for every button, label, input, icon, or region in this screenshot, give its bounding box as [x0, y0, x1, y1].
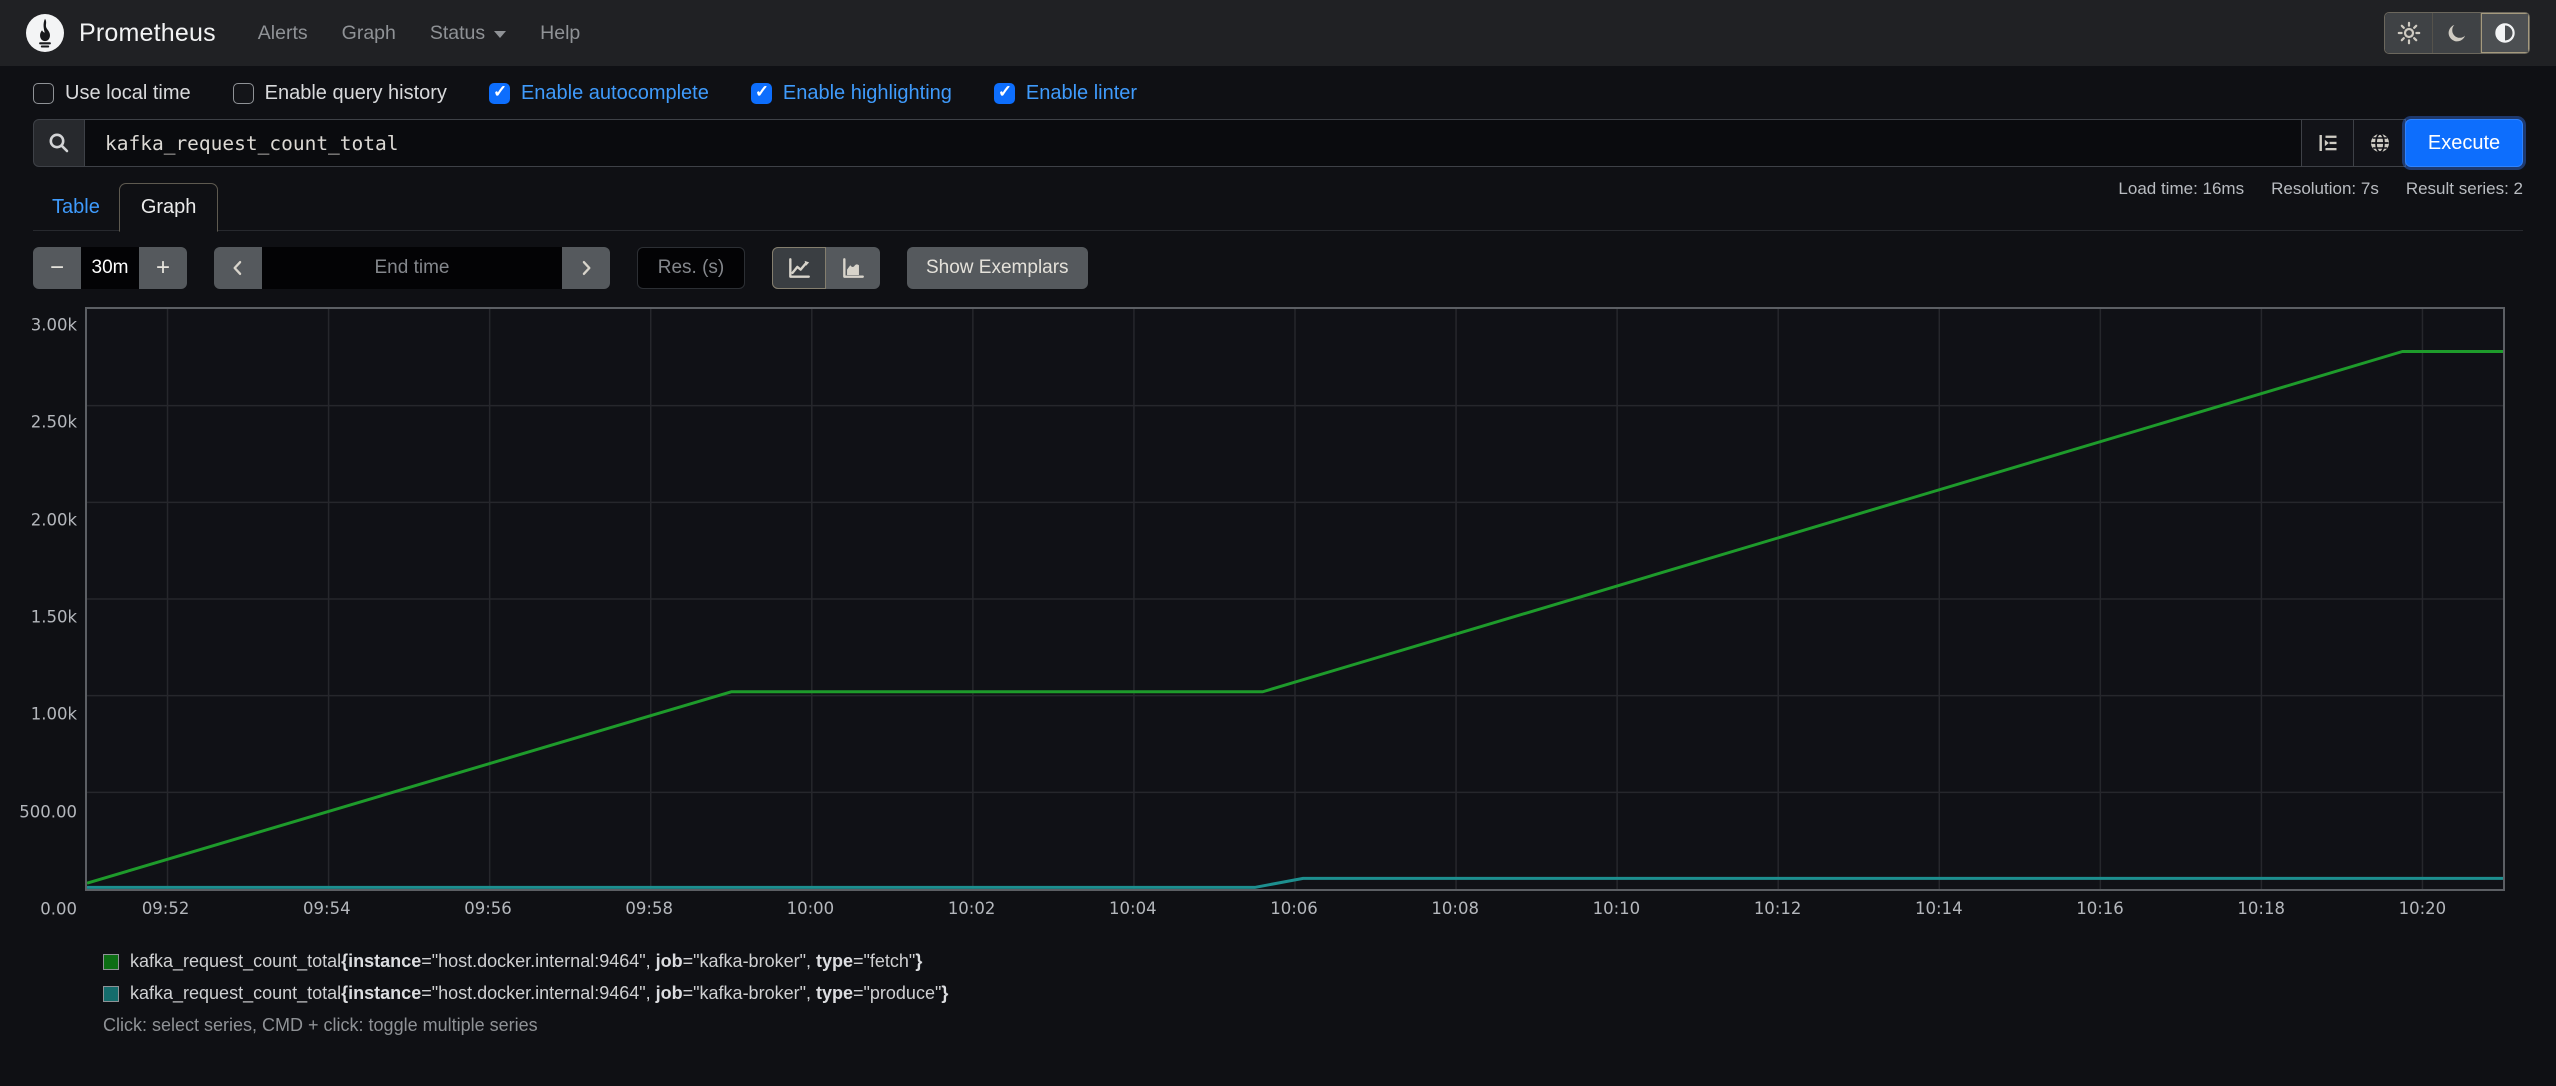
x-tick-label: 10:16 [2076, 899, 2124, 918]
x-tick-label: 09:58 [625, 899, 673, 918]
x-tick-label: 10:10 [1592, 899, 1641, 918]
area-chart-icon [840, 255, 866, 281]
end-time-input[interactable] [262, 247, 562, 289]
x-tick-label: 10:00 [786, 899, 835, 918]
graph-type-toggle [772, 247, 880, 289]
time-back-button[interactable] [214, 247, 262, 289]
checkbox-use-local-time[interactable]: Use local time [33, 82, 191, 105]
chart-area: 0.00 500.00 1.00k 1.50k 2.00k 2.50k 3.00k [19, 307, 2523, 919]
x-tick-label: 10:06 [1270, 899, 1318, 918]
tabs-divider [33, 230, 2523, 231]
checkbox-autocomplete[interactable]: Enable autocomplete [488, 82, 709, 105]
x-tick-label: 10:12 [1753, 899, 1802, 918]
graph-canvas[interactable] [87, 309, 2503, 889]
query-input[interactable] [85, 119, 2302, 167]
checkbox-icon [993, 82, 1015, 104]
query-bar: Execute [33, 119, 2523, 167]
series-swatch-icon [103, 985, 119, 1002]
resolution-input[interactable] [637, 247, 745, 289]
nav-item-help[interactable]: Help [540, 22, 580, 45]
y-tick-label: 1.50k [30, 607, 77, 627]
nav-item-graph[interactable]: Graph [342, 22, 396, 45]
checkbox-icon [750, 82, 772, 104]
series-label: kafka_request_count_total{instance="host… [130, 951, 923, 971]
checkbox-highlighting[interactable]: Enable highlighting [750, 82, 952, 105]
theme-auto-button[interactable] [2481, 13, 2529, 53]
prometheus-logo-icon[interactable] [26, 14, 64, 52]
checkbox-icon [232, 83, 254, 104]
y-tick-label: 0.00 [40, 899, 77, 919]
y-tick-label: 1.00k [30, 704, 77, 724]
query-tree-button[interactable] [2302, 119, 2354, 167]
x-tick-label: 09:54 [303, 899, 351, 918]
chevron-right-icon [576, 258, 596, 278]
x-tick-label: 09:52 [141, 899, 190, 918]
line-chart-icon [786, 255, 812, 281]
navbar: Prometheus Alerts Graph Status Help [0, 0, 2556, 66]
x-tick-label: 10:02 [947, 899, 996, 918]
checkbox-query-history[interactable]: Enable query history [232, 82, 447, 105]
half-circle-icon [2493, 21, 2517, 45]
sun-icon [2397, 21, 2421, 45]
range-decrease-button[interactable]: − [33, 247, 81, 289]
range-input[interactable] [81, 247, 139, 289]
execute-button[interactable]: Execute [2405, 119, 2523, 167]
series-label: kafka_request_count_total{instance="host… [130, 983, 949, 1003]
chevron-down-icon [494, 31, 507, 38]
series-swatch-icon [103, 953, 119, 970]
range-stepper: − + [33, 247, 187, 289]
legend-hint: Click: select series, CMD + click: toggl… [103, 1015, 538, 1035]
y-axis-labels: 0.00 500.00 1.00k 1.50k 2.00k 2.50k 3.00k [19, 307, 85, 919]
x-tick-label: 10:14 [1915, 899, 1963, 918]
graph-controls: − + [33, 247, 2523, 289]
tab-graph[interactable]: Graph [118, 183, 219, 232]
x-axis-labels: 09:52 09:54 09:56 09:58 10:00 10:02 10:04 10:06… [85, 891, 2503, 925]
y-tick-label: 3.00k [30, 315, 77, 335]
y-tick-label: 2.50k [30, 412, 77, 432]
line-graph-button[interactable] [772, 247, 826, 289]
legend-series-row[interactable]: kafka_request_count_total{instance="host… [103, 983, 2523, 1004]
tree-view-icon [2316, 131, 2340, 155]
checkbox-linter[interactable]: Enable linter [993, 82, 1137, 105]
load-time: Load time: 16ms [2118, 179, 2245, 198]
nav-item-alerts[interactable]: Alerts [258, 22, 308, 45]
graph-plot[interactable] [85, 307, 2505, 891]
time-forward-button[interactable] [562, 247, 610, 289]
resolution: Resolution: 7s [2271, 179, 2379, 198]
x-tick-label: 10:08 [1431, 899, 1479, 918]
options-row: Use local time Enable query history Enab… [33, 82, 2523, 105]
checkbox-icon [33, 83, 54, 104]
y-tick-label: 500.00 [19, 802, 77, 822]
nav-item-status[interactable]: Status [430, 22, 507, 45]
globe-icon [2368, 131, 2392, 155]
chevron-left-icon [228, 258, 248, 278]
tab-table[interactable]: Table [33, 184, 119, 231]
y-tick-label: 2.00k [30, 510, 77, 530]
legend: kafka_request_count_total{instance="host… [103, 951, 2523, 1004]
legend-series-row[interactable]: kafka_request_count_total{instance="host… [103, 951, 2523, 972]
search-icon [47, 131, 71, 155]
x-tick-label: 10:20 [2398, 899, 2447, 918]
theme-toggle-group [2384, 12, 2530, 54]
checkbox-icon [488, 82, 510, 104]
query-stats: Load time: 16ms Resolution: 7s Result se… [2118, 179, 2523, 199]
time-navigation [214, 247, 610, 289]
range-increase-button[interactable]: + [139, 247, 187, 289]
theme-light-button[interactable] [2385, 13, 2433, 53]
tabbar: Table Graph [33, 183, 219, 232]
theme-dark-button[interactable] [2433, 13, 2481, 53]
tabs-row: Load time: 16ms Resolution: 7s Result se… [33, 177, 2523, 232]
app-title[interactable]: Prometheus [79, 19, 216, 48]
result-series: Result series: 2 [2405, 179, 2523, 198]
x-tick-label: 09:56 [464, 899, 512, 918]
x-tick-label: 10:18 [2237, 899, 2285, 918]
show-exemplars-button[interactable]: Show Exemplars [907, 247, 1088, 289]
moon-icon [2446, 22, 2468, 44]
x-tick-label: 10:04 [1109, 899, 1157, 918]
search-addon [33, 119, 85, 167]
metrics-explorer-button[interactable] [2354, 119, 2406, 167]
stacked-graph-button[interactable] [826, 247, 880, 289]
